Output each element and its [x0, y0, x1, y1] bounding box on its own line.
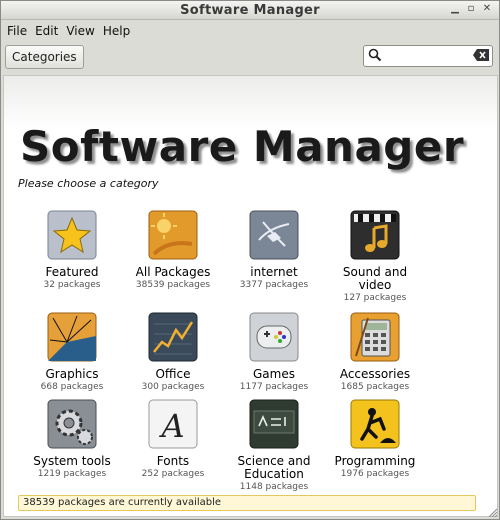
calculator-icon	[350, 312, 400, 362]
svg-text:A: A	[158, 407, 184, 445]
category-programming[interactable]: Programming 1976 packages	[325, 399, 425, 480]
software-manager-window: Software Manager ▁ ▫ ✕ File Edit View He…	[0, 0, 500, 520]
category-system-tools[interactable]: System tools 1219 packages	[22, 399, 122, 480]
categories-button[interactable]: Categories	[5, 45, 84, 69]
gears-icon	[47, 399, 97, 449]
font-icon: A	[148, 399, 198, 449]
construction-icon	[350, 399, 400, 449]
minimize-icon[interactable]: ▁	[449, 3, 461, 15]
clear-search-icon[interactable]	[473, 49, 489, 61]
page-subtitle: Please choose a category	[18, 177, 159, 190]
gamepad-icon	[249, 312, 299, 362]
category-science-and-education[interactable]: Science and Education 1148 packages	[224, 399, 324, 493]
window-controls: ▁ ▫ ✕	[449, 3, 493, 15]
search-input[interactable]	[363, 45, 493, 67]
menu-file[interactable]: File	[5, 24, 33, 38]
menu-view[interactable]: View	[64, 24, 100, 38]
status-bar: 38539 packages are currently available	[18, 495, 476, 511]
globe-icon	[249, 210, 299, 260]
graphics-icon	[47, 312, 97, 362]
clapperboard-icon	[350, 210, 400, 260]
office-chart-icon	[148, 312, 198, 362]
category-graphics[interactable]: Graphics 668 packages	[22, 312, 122, 393]
category-games[interactable]: Games 1177 packages	[224, 312, 324, 393]
resize-grip-icon[interactable]	[487, 507, 497, 517]
window-title: Software Manager	[180, 2, 320, 18]
star-icon	[47, 210, 97, 260]
sun-icon	[148, 210, 198, 260]
category-accessories[interactable]: Accessories 1685 packages	[325, 312, 425, 393]
close-icon[interactable]: ✕	[481, 3, 493, 15]
category-internet[interactable]: internet 3377 packages	[224, 210, 324, 291]
menu-bar: File Edit View Help	[1, 20, 499, 42]
menu-help[interactable]: Help	[101, 24, 136, 38]
toolbar: Categories	[1, 42, 499, 72]
category-browser: Software Manager Please choose a categor…	[3, 75, 498, 517]
category-featured[interactable]: Featured 32 packages	[22, 210, 122, 291]
formula-icon	[249, 399, 299, 449]
menu-edit[interactable]: Edit	[33, 24, 64, 38]
category-office[interactable]: Office 300 packages	[123, 312, 223, 393]
category-fonts[interactable]: A Fonts 252 packages	[123, 399, 223, 480]
category-all-packages[interactable]: All Packages 38539 packages	[123, 210, 223, 291]
page-title: Software Manager	[20, 122, 465, 171]
maximize-icon[interactable]: ▫	[465, 3, 477, 15]
category-sound-and-video[interactable]: Sound and video 127 packages	[325, 210, 425, 304]
search-icon	[368, 48, 382, 62]
title-bar[interactable]: Software Manager ▁ ▫ ✕	[1, 1, 499, 20]
